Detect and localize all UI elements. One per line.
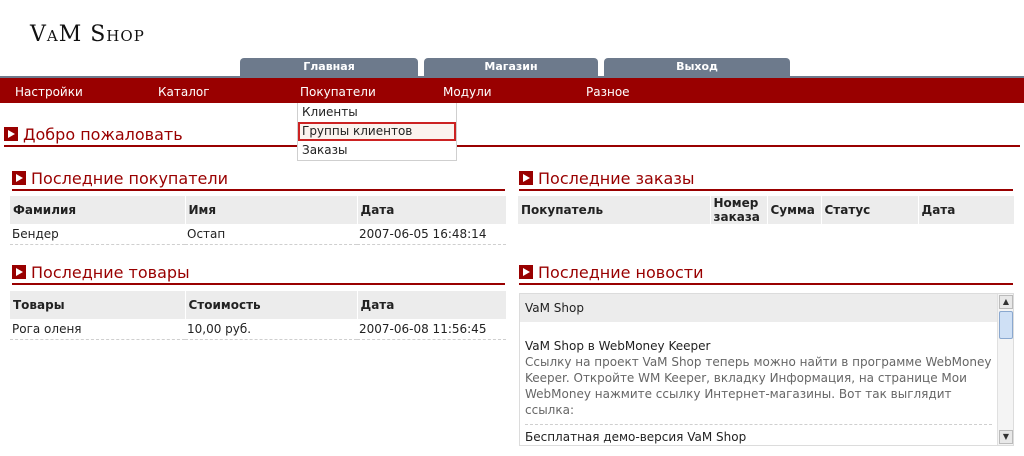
column-header: Фамилия	[10, 196, 185, 224]
top-tabs: Главная Магазин Выход	[0, 58, 1024, 76]
column-header: Номер заказа	[709, 196, 767, 224]
customers-dropdown-menu: Клиенты Группы клиентов Заказы	[297, 103, 457, 161]
tab-home[interactable]: Главная	[240, 58, 418, 76]
scroll-down-icon[interactable]: ▼	[999, 430, 1013, 444]
nav-customers[interactable]: Покупатели	[300, 85, 376, 99]
news-source: VaM Shop	[520, 294, 997, 322]
latest-news-heading: Последние новости	[519, 263, 1013, 285]
arrow-right-icon	[4, 127, 18, 141]
arrow-right-icon	[12, 265, 26, 279]
nav-catalog[interactable]: Каталог	[158, 85, 210, 99]
table-cell: 2007-06-08 11:56:45	[357, 319, 506, 340]
tab-logout[interactable]: Выход	[604, 58, 790, 76]
scroll-thumb[interactable]	[999, 311, 1013, 339]
latest-customers-title: Последние покупатели	[31, 169, 228, 188]
latest-customers-heading: Последние покупатели	[12, 169, 505, 191]
menu-item-orders[interactable]: Заказы	[298, 141, 456, 160]
welcome-title: Добро пожаловать	[23, 125, 183, 144]
latest-orders-title: Последние заказы	[538, 169, 695, 188]
tab-shop[interactable]: Магазин	[424, 58, 598, 76]
scroll-up-icon[interactable]: ▲	[999, 295, 1013, 309]
table-row: Рога оленя 10,00 руб. 2007-06-08 11:56:4…	[10, 319, 506, 340]
column-header: Статус	[820, 196, 918, 224]
latest-products-table: Товары Стоимость Дата Рога оленя 10,00 р…	[10, 291, 506, 340]
latest-products-title: Последние товары	[31, 263, 190, 282]
logo: VaM Shop	[30, 22, 145, 47]
news-scrollbar[interactable]: ▲ ▼	[997, 294, 1013, 445]
column-header: Стоимость	[184, 291, 357, 319]
menu-item-customer-groups[interactable]: Группы клиентов	[298, 122, 456, 141]
latest-orders-table: Покупатель Номер заказа Сумма Статус Дат…	[518, 196, 1014, 224]
latest-customers-table: Фамилия Имя Дата Бендер Остап 2007-06-05…	[10, 196, 506, 245]
table-cell: 10,00 руб.	[185, 319, 357, 340]
arrow-right-icon	[519, 265, 533, 279]
column-header: Дата	[917, 196, 1014, 224]
column-header: Сумма	[766, 196, 821, 224]
menu-item-clients[interactable]: Клиенты	[298, 103, 456, 122]
arrow-right-icon	[519, 171, 533, 185]
column-header: Покупатель	[518, 196, 710, 224]
news-panel[interactable]: VaM Shop VaM Shop в WebMoney Keeper Ссыл…	[519, 293, 1014, 446]
column-header: Товары	[10, 291, 185, 319]
news-title[interactable]: VaM Shop в WebMoney Keeper	[525, 338, 992, 354]
nav-modules[interactable]: Модули	[443, 85, 492, 99]
column-header: Имя	[184, 196, 357, 224]
table-row: Бендер Остап 2007-06-05 16:48:14	[10, 224, 506, 245]
table-cell: Остап	[185, 224, 357, 245]
nav-settings[interactable]: Настройки	[15, 85, 83, 99]
main-nav: Настройки Каталог Покупатели Модули Разн…	[0, 76, 1024, 103]
latest-news-title: Последние новости	[538, 263, 704, 282]
column-header: Дата	[356, 291, 506, 319]
latest-orders-heading: Последние заказы	[519, 169, 1013, 191]
table-cell: 2007-06-05 16:48:14	[357, 224, 506, 245]
table-cell: Бендер	[10, 224, 185, 245]
arrow-right-icon	[12, 171, 26, 185]
news-text: Ссылку на проект VaM Shop теперь можно н…	[525, 354, 992, 425]
table-cell: Рога оленя	[10, 319, 185, 340]
news-title[interactable]: Бесплатная демо-версия VaM Shop	[520, 425, 997, 445]
nav-misc[interactable]: Разное	[586, 85, 630, 99]
column-header: Дата	[356, 196, 506, 224]
news-item: VaM Shop в WebMoney Keeper Ссылку на про…	[520, 322, 997, 425]
welcome-heading: Добро пожаловать	[4, 125, 1020, 147]
latest-products-heading: Последние товары	[12, 263, 505, 285]
